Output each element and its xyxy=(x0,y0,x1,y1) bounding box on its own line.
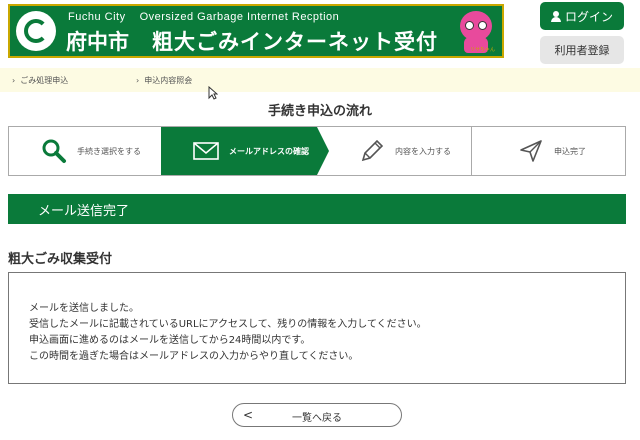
register-label: 利用者登録 xyxy=(554,44,610,57)
progress-steps: 手続き選択をする メールアドレスの確認 内容を入力する 申込完了 xyxy=(8,126,626,176)
send-icon xyxy=(516,136,546,166)
login-label: ログイン xyxy=(564,9,613,24)
banner-english-service: Oversized Garbage Internet Recption xyxy=(139,11,340,23)
sub-heading: 粗大ごみ収集受付 xyxy=(8,252,113,267)
search-icon xyxy=(39,136,69,166)
mail-icon xyxy=(191,136,221,166)
banner-english-title: Fuchu City Oversized Garbage Internet Rec… xyxy=(68,11,339,23)
back-button-label: 一覧へ戻る xyxy=(292,413,342,424)
header-banner: Fuchu City Oversized Garbage Internet Rec… xyxy=(8,4,504,58)
step-label: メールアドレスの確認 xyxy=(229,146,309,156)
step-label: 手続き選択をする xyxy=(77,146,141,156)
banner-japanese-title: 粗大ごみインターネット受付 xyxy=(152,30,438,54)
subnav-item-garbage-request[interactable]: › ごみ処理申込 xyxy=(12,75,68,86)
sub-navigation: › ごみ処理申込 › 申込内容照会 xyxy=(0,68,640,92)
message-line: 申込画面に進めるのはメールを送信してから24時間以内です。 xyxy=(29,335,311,346)
step-label: 内容を入力する xyxy=(395,146,451,156)
message-line: 受信したメールに記載されているURLにアクセスして、残りの情報を入力してください… xyxy=(29,319,427,330)
message-box: メールを送信しました。 受信したメールに記載されているURLにアクセスして、残り… xyxy=(8,272,626,384)
chevron-right-icon: › xyxy=(136,76,140,85)
step-complete: 申込完了 xyxy=(471,127,626,175)
back-to-list-button[interactable]: < 一覧へ戻る xyxy=(232,403,402,427)
subnav-item-inquiry[interactable]: › 申込内容照会 xyxy=(136,75,192,86)
subnav-item-label: ごみ処理申込 xyxy=(20,76,69,85)
banner-city-name: 府中市 xyxy=(66,30,129,54)
banner-english-city: Fuchu City xyxy=(68,11,126,23)
flow-title: 手続き申込の流れ xyxy=(267,104,372,119)
city-emblem-icon xyxy=(16,11,56,51)
user-icon xyxy=(550,10,561,22)
mascot-name: リサちゃん xyxy=(470,47,496,53)
step-enter-details: 内容を入力する xyxy=(327,127,471,175)
section-title: メール送信完了 xyxy=(38,203,130,219)
login-button[interactable]: ログイン xyxy=(540,2,624,30)
mouse-cursor-icon xyxy=(208,86,218,100)
subnav-item-label: 申込内容照会 xyxy=(144,76,193,85)
pencil-icon xyxy=(357,136,387,166)
step-email-confirm: メールアドレスの確認 xyxy=(161,127,317,175)
message-line: この時間を過ぎた場合はメールアドレスの入力からやり直してください。 xyxy=(29,351,359,362)
message-line: メールを送信しました。 xyxy=(29,303,139,314)
step-select-procedure: 手続き選択をする xyxy=(9,127,161,175)
register-button[interactable]: 利用者登録 xyxy=(540,36,624,64)
section-title-bar: メール送信完了 xyxy=(8,194,626,224)
step-label: 申込完了 xyxy=(554,146,586,156)
chevron-right-icon: › xyxy=(12,76,16,85)
